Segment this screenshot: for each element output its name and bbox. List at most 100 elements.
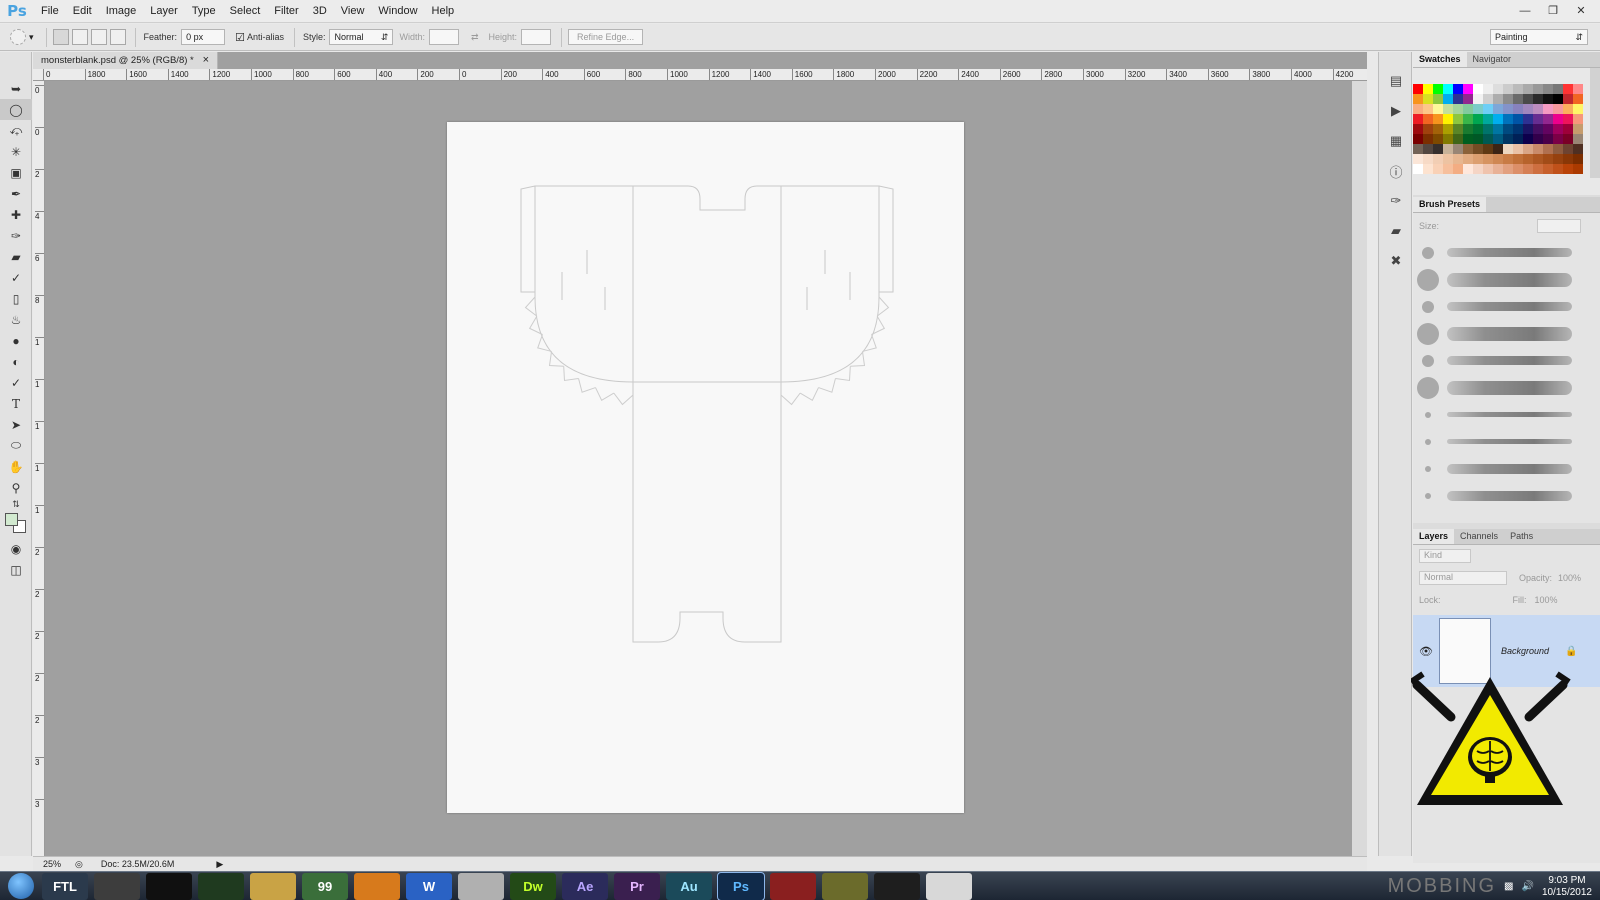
lasso-tool-icon[interactable]: ⤽ — [0, 120, 32, 141]
color-swatch[interactable] — [1503, 154, 1513, 164]
color-swatch[interactable] — [1423, 84, 1433, 94]
color-swatch[interactable] — [1503, 134, 1513, 144]
menu-filter[interactable]: Filter — [267, 0, 305, 23]
close-icon[interactable]: ✕ — [1568, 4, 1594, 20]
color-swatch[interactable] — [1453, 104, 1463, 114]
audition-app-icon[interactable]: Au — [666, 872, 712, 900]
document-tab[interactable]: monsterblank.psd @ 25% (RGB/8) * × — [33, 52, 218, 69]
add-to-selection-icon[interactable] — [71, 29, 88, 45]
color-swatch[interactable] — [1553, 124, 1563, 134]
tool-presets-icon[interactable]: ✖ — [1379, 246, 1413, 276]
color-swatch[interactable] — [1513, 144, 1523, 154]
pen-tool-icon[interactable]: ✓ — [0, 372, 32, 393]
color-swatch[interactable] — [1533, 144, 1543, 154]
tab-paths[interactable]: Paths — [1504, 529, 1539, 544]
color-swatch[interactable] — [1463, 164, 1473, 174]
brush-preset-row[interactable] — [1413, 347, 1600, 374]
color-swatch[interactable] — [1563, 104, 1573, 114]
color-swatch[interactable] — [1443, 94, 1453, 104]
color-swatch[interactable] — [1463, 104, 1473, 114]
color-swatch[interactable] — [1493, 114, 1503, 124]
opacity-value[interactable]: 100% — [1558, 573, 1581, 583]
actions-play-icon[interactable]: ▶ — [1379, 96, 1413, 126]
color-swatch[interactable] — [1413, 164, 1423, 174]
network-app-icon[interactable] — [198, 872, 244, 900]
brush-preset-row[interactable] — [1413, 455, 1600, 482]
color-swatch[interactable] — [1513, 154, 1523, 164]
color-swatch[interactable] — [1453, 94, 1463, 104]
color-swatch[interactable] — [1493, 84, 1503, 94]
color-swatch[interactable] — [1493, 94, 1503, 104]
color-swatch[interactable] — [1503, 104, 1513, 114]
color-swatch[interactable] — [1443, 124, 1453, 134]
checkbox-checked-icon[interactable]: ☑ — [235, 31, 245, 44]
photoshop-app-icon[interactable]: Ps — [717, 871, 765, 900]
color-swatch[interactable] — [1503, 94, 1513, 104]
color-swatch[interactable] — [1433, 154, 1443, 164]
style-select[interactable]: Normal ⇵ — [329, 29, 394, 45]
network-icon[interactable]: ▩ — [1504, 881, 1513, 892]
brush-preset-row[interactable] — [1413, 266, 1600, 293]
color-swatch[interactable] — [1563, 84, 1573, 94]
clone-stamp-tool-icon[interactable]: ▰ — [0, 246, 32, 267]
color-swatch[interactable] — [1573, 144, 1583, 154]
color-swatch[interactable] — [1563, 124, 1573, 134]
color-swatch[interactable] — [1543, 124, 1553, 134]
color-swatch[interactable] — [1483, 104, 1493, 114]
color-swatch[interactable] — [1483, 84, 1493, 94]
color-swatch[interactable] — [1523, 144, 1533, 154]
color-swatch[interactable] — [1523, 164, 1533, 174]
color-swatch[interactable] — [1543, 154, 1553, 164]
color-swatch[interactable] — [1463, 84, 1473, 94]
color-swatch[interactable] — [1433, 114, 1443, 124]
feather-input[interactable]: 0 px — [181, 29, 226, 45]
color-swatch[interactable] — [1563, 114, 1573, 124]
quick-mask-icon[interactable]: ◉ — [0, 538, 32, 559]
color-swatch[interactable] — [1533, 124, 1543, 134]
foreground-color-swatch[interactable] — [5, 513, 18, 526]
dreamweaver-app-icon[interactable]: Dw — [510, 872, 556, 900]
color-swatch[interactable] — [1493, 124, 1503, 134]
color-swatch[interactable] — [1413, 94, 1423, 104]
color-swatch[interactable] — [1413, 84, 1423, 94]
quick-selection-tool-icon[interactable]: ✳ — [0, 141, 32, 162]
color-swatch[interactable] — [1433, 124, 1443, 134]
color-swatch[interactable] — [1513, 84, 1523, 94]
color-swatch[interactable] — [1523, 154, 1533, 164]
color-swatch[interactable] — [1433, 94, 1443, 104]
color-swatch[interactable] — [1573, 134, 1583, 144]
color-swatch[interactable] — [1513, 94, 1523, 104]
color-swatch[interactable] — [1513, 124, 1523, 134]
layer-kind-filter[interactable]: Kind — [1419, 549, 1471, 563]
zoom-tool-icon[interactable]: ⚲ — [0, 477, 32, 498]
color-swatch[interactable] — [1463, 134, 1473, 144]
color-swatch[interactable] — [1563, 154, 1573, 164]
dodge-tool-icon[interactable]: ◐ — [0, 351, 32, 372]
brush-preset-row[interactable] — [1413, 374, 1600, 401]
color-swatch[interactable] — [1523, 134, 1533, 144]
color-swatch[interactable] — [1543, 84, 1553, 94]
color-swatch[interactable] — [1553, 84, 1563, 94]
candle-app-icon[interactable] — [822, 872, 868, 900]
move-tool-icon[interactable]: ➥ — [0, 78, 32, 99]
color-swatch[interactable] — [1443, 104, 1453, 114]
menu-select[interactable]: Select — [223, 0, 268, 23]
folder-app-icon[interactable] — [250, 872, 296, 900]
media-app-icon[interactable] — [354, 872, 400, 900]
swatches-scrollbar[interactable] — [1590, 68, 1600, 178]
brush-preset-row[interactable] — [1413, 428, 1600, 455]
color-swatch[interactable] — [1503, 164, 1513, 174]
color-swatch[interactable] — [1443, 164, 1453, 174]
tab-brush-presets[interactable]: Brush Presets — [1413, 197, 1487, 212]
color-swatch[interactable] — [1533, 134, 1543, 144]
color-swatch[interactable] — [1543, 114, 1553, 124]
color-swatch[interactable] — [1443, 84, 1453, 94]
document-canvas[interactable] — [447, 122, 964, 813]
tab-channels[interactable]: Channels — [1454, 529, 1504, 544]
color-swatch[interactable] — [1423, 134, 1433, 144]
pencil-app-icon[interactable] — [94, 872, 140, 900]
swap-colors-icon[interactable]: ⇅ — [0, 498, 32, 510]
elliptical-marquee-preset-icon[interactable] — [10, 29, 26, 45]
color-swatch[interactable] — [1493, 164, 1503, 174]
color-swatch[interactable] — [1433, 84, 1443, 94]
